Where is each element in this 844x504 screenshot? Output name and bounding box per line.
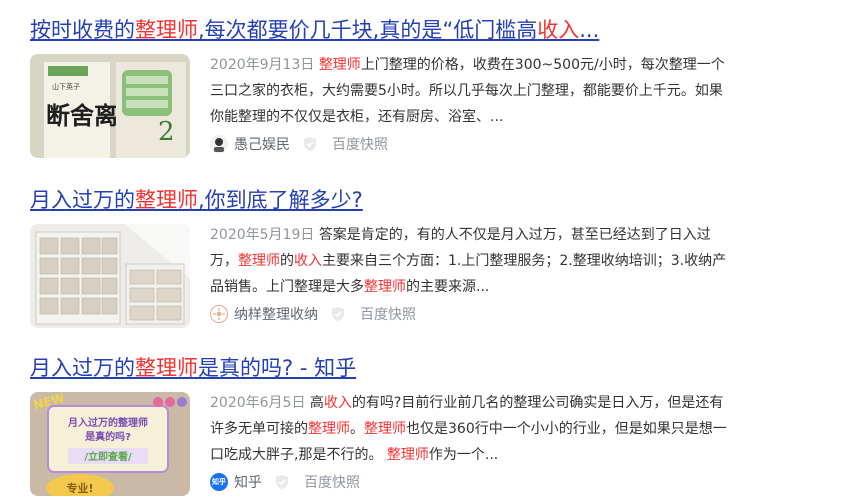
snippet-highlight: 整理师 <box>386 447 429 463</box>
source-name[interactable]: 纳样整理收纳 <box>234 304 318 324</box>
cache-link[interactable]: 百度快照 <box>360 304 416 324</box>
snippet-text: 作为一个... <box>428 447 499 463</box>
cache-link[interactable]: 百度快照 <box>304 472 360 492</box>
result-body: NEW 月入过万的整理师 是真的吗? /立即查看/ 专业! 2020年6月5日 … <box>30 390 830 500</box>
snippet-text: 。 <box>350 421 364 437</box>
source-name[interactable]: 愚己娱民 <box>234 134 290 154</box>
title-text: 按时收费的 <box>30 18 135 42</box>
snippet-text: 高 <box>309 395 324 411</box>
verified-shield-icon <box>274 474 290 490</box>
snippet-text: 的 <box>280 253 294 269</box>
snippet-highlight: 收入 <box>323 395 352 411</box>
cover-line-1: 月入过万的整理师 <box>67 416 148 429</box>
result-date: 2020年5月19日 <box>210 227 315 243</box>
search-result: 按时收费的整理师,每次都要价几千块,真的是“低门槛高收入... 山下英子 断舍离… <box>30 16 830 158</box>
verified-shield-icon <box>302 136 318 152</box>
article-cover-thumbnail[interactable]: NEW 月入过万的整理师 是真的吗? /立即查看/ 专业! <box>30 392 190 496</box>
search-result: 月入过万的整理师,你到底了解多少? 2020年5月19日 答案是肯定的，有的人不… <box>30 186 830 328</box>
result-title-link[interactable]: 按时收费的整理师,每次都要价几千块,真的是“低门槛高收入... <box>30 16 830 44</box>
title-text: ,你到底了解多少? <box>198 188 363 212</box>
result-title-link[interactable]: 月入过万的整理师,你到底了解多少? <box>30 186 830 214</box>
title-highlight: 收入 <box>537 18 580 42</box>
result-snippet: 2020年9月13日 整理师上门整理的价格，收费在300~500元/小时，每次整… <box>210 52 735 130</box>
snippet-text: 的主要来源... <box>406 279 490 295</box>
cache-link[interactable]: 百度快照 <box>332 134 388 154</box>
snippet-highlight: 整理师 <box>364 421 406 437</box>
title-text: ... <box>579 18 600 42</box>
title-highlight: 整理师 <box>135 356 198 380</box>
result-snippet: 2020年5月19日 答案是肯定的，有的人不仅是月入过万，甚至已经达到了日入过万… <box>210 222 735 300</box>
source-avatar-icon <box>210 305 228 323</box>
result-meta: 纳样整理收纳 百度快照 <box>210 304 416 324</box>
book-cover-thumbnail[interactable]: 山下英子 断舍离 2 <box>30 54 190 158</box>
title-highlight: 整理师 <box>135 18 198 42</box>
result-body: 山下英子 断舍离 2 2020年9月13日 整理师上门整理的价格，收费在300~… <box>30 52 830 162</box>
cover-badge: 专业! <box>66 481 93 495</box>
title-text: ,每次都要价几千块,真的是“低门槛高 <box>198 18 538 42</box>
search-result: 月入过万的整理师是真的吗? - 知乎 NEW 月入过万的整理师 是真的吗? /立… <box>30 354 830 496</box>
storage-shelf-thumbnail[interactable] <box>30 224 190 328</box>
title-text: 月入过万的 <box>30 188 135 212</box>
result-meta: 愚己娱民 百度快照 <box>210 134 388 154</box>
snippet-highlight: 整理师 <box>364 279 406 295</box>
source-avatar-icon <box>210 135 228 153</box>
cover-cta: /立即查看/ <box>84 450 132 463</box>
zhihu-logo-icon: 知乎 <box>210 473 228 491</box>
title-text: 是真的吗? - 知乎 <box>198 356 357 380</box>
book-volume: 2 <box>158 117 175 147</box>
snippet-highlight: 收入 <box>294 253 322 269</box>
title-text: 月入过万的 <box>30 356 135 380</box>
result-body: 2020年5月19日 答案是肯定的，有的人不仅是月入过万，甚至已经达到了日入过万… <box>30 222 830 332</box>
snippet-highlight: 整理师 <box>318 57 361 73</box>
result-date: 2020年9月13日 <box>210 57 315 73</box>
snippet-highlight: 整理师 <box>308 421 350 437</box>
result-title-link[interactable]: 月入过万的整理师是真的吗? - 知乎 <box>30 354 830 382</box>
verified-shield-icon <box>330 306 346 322</box>
cover-line-2: 是真的吗? <box>84 430 131 443</box>
snippet-highlight: 整理师 <box>238 253 280 269</box>
title-highlight: 整理师 <box>135 188 198 212</box>
result-meta: 知乎 知乎 百度快照 <box>210 472 360 492</box>
result-snippet: 2020年6月5日 高收入的有吗?目前行业前几名的整理公司确实是日入万，但是还有… <box>210 390 735 468</box>
source-name[interactable]: 知乎 <box>234 472 262 492</box>
result-date: 2020年6月5日 <box>210 395 306 411</box>
book-title: 断舍离 <box>46 102 118 130</box>
book-author: 山下英子 <box>52 82 80 91</box>
